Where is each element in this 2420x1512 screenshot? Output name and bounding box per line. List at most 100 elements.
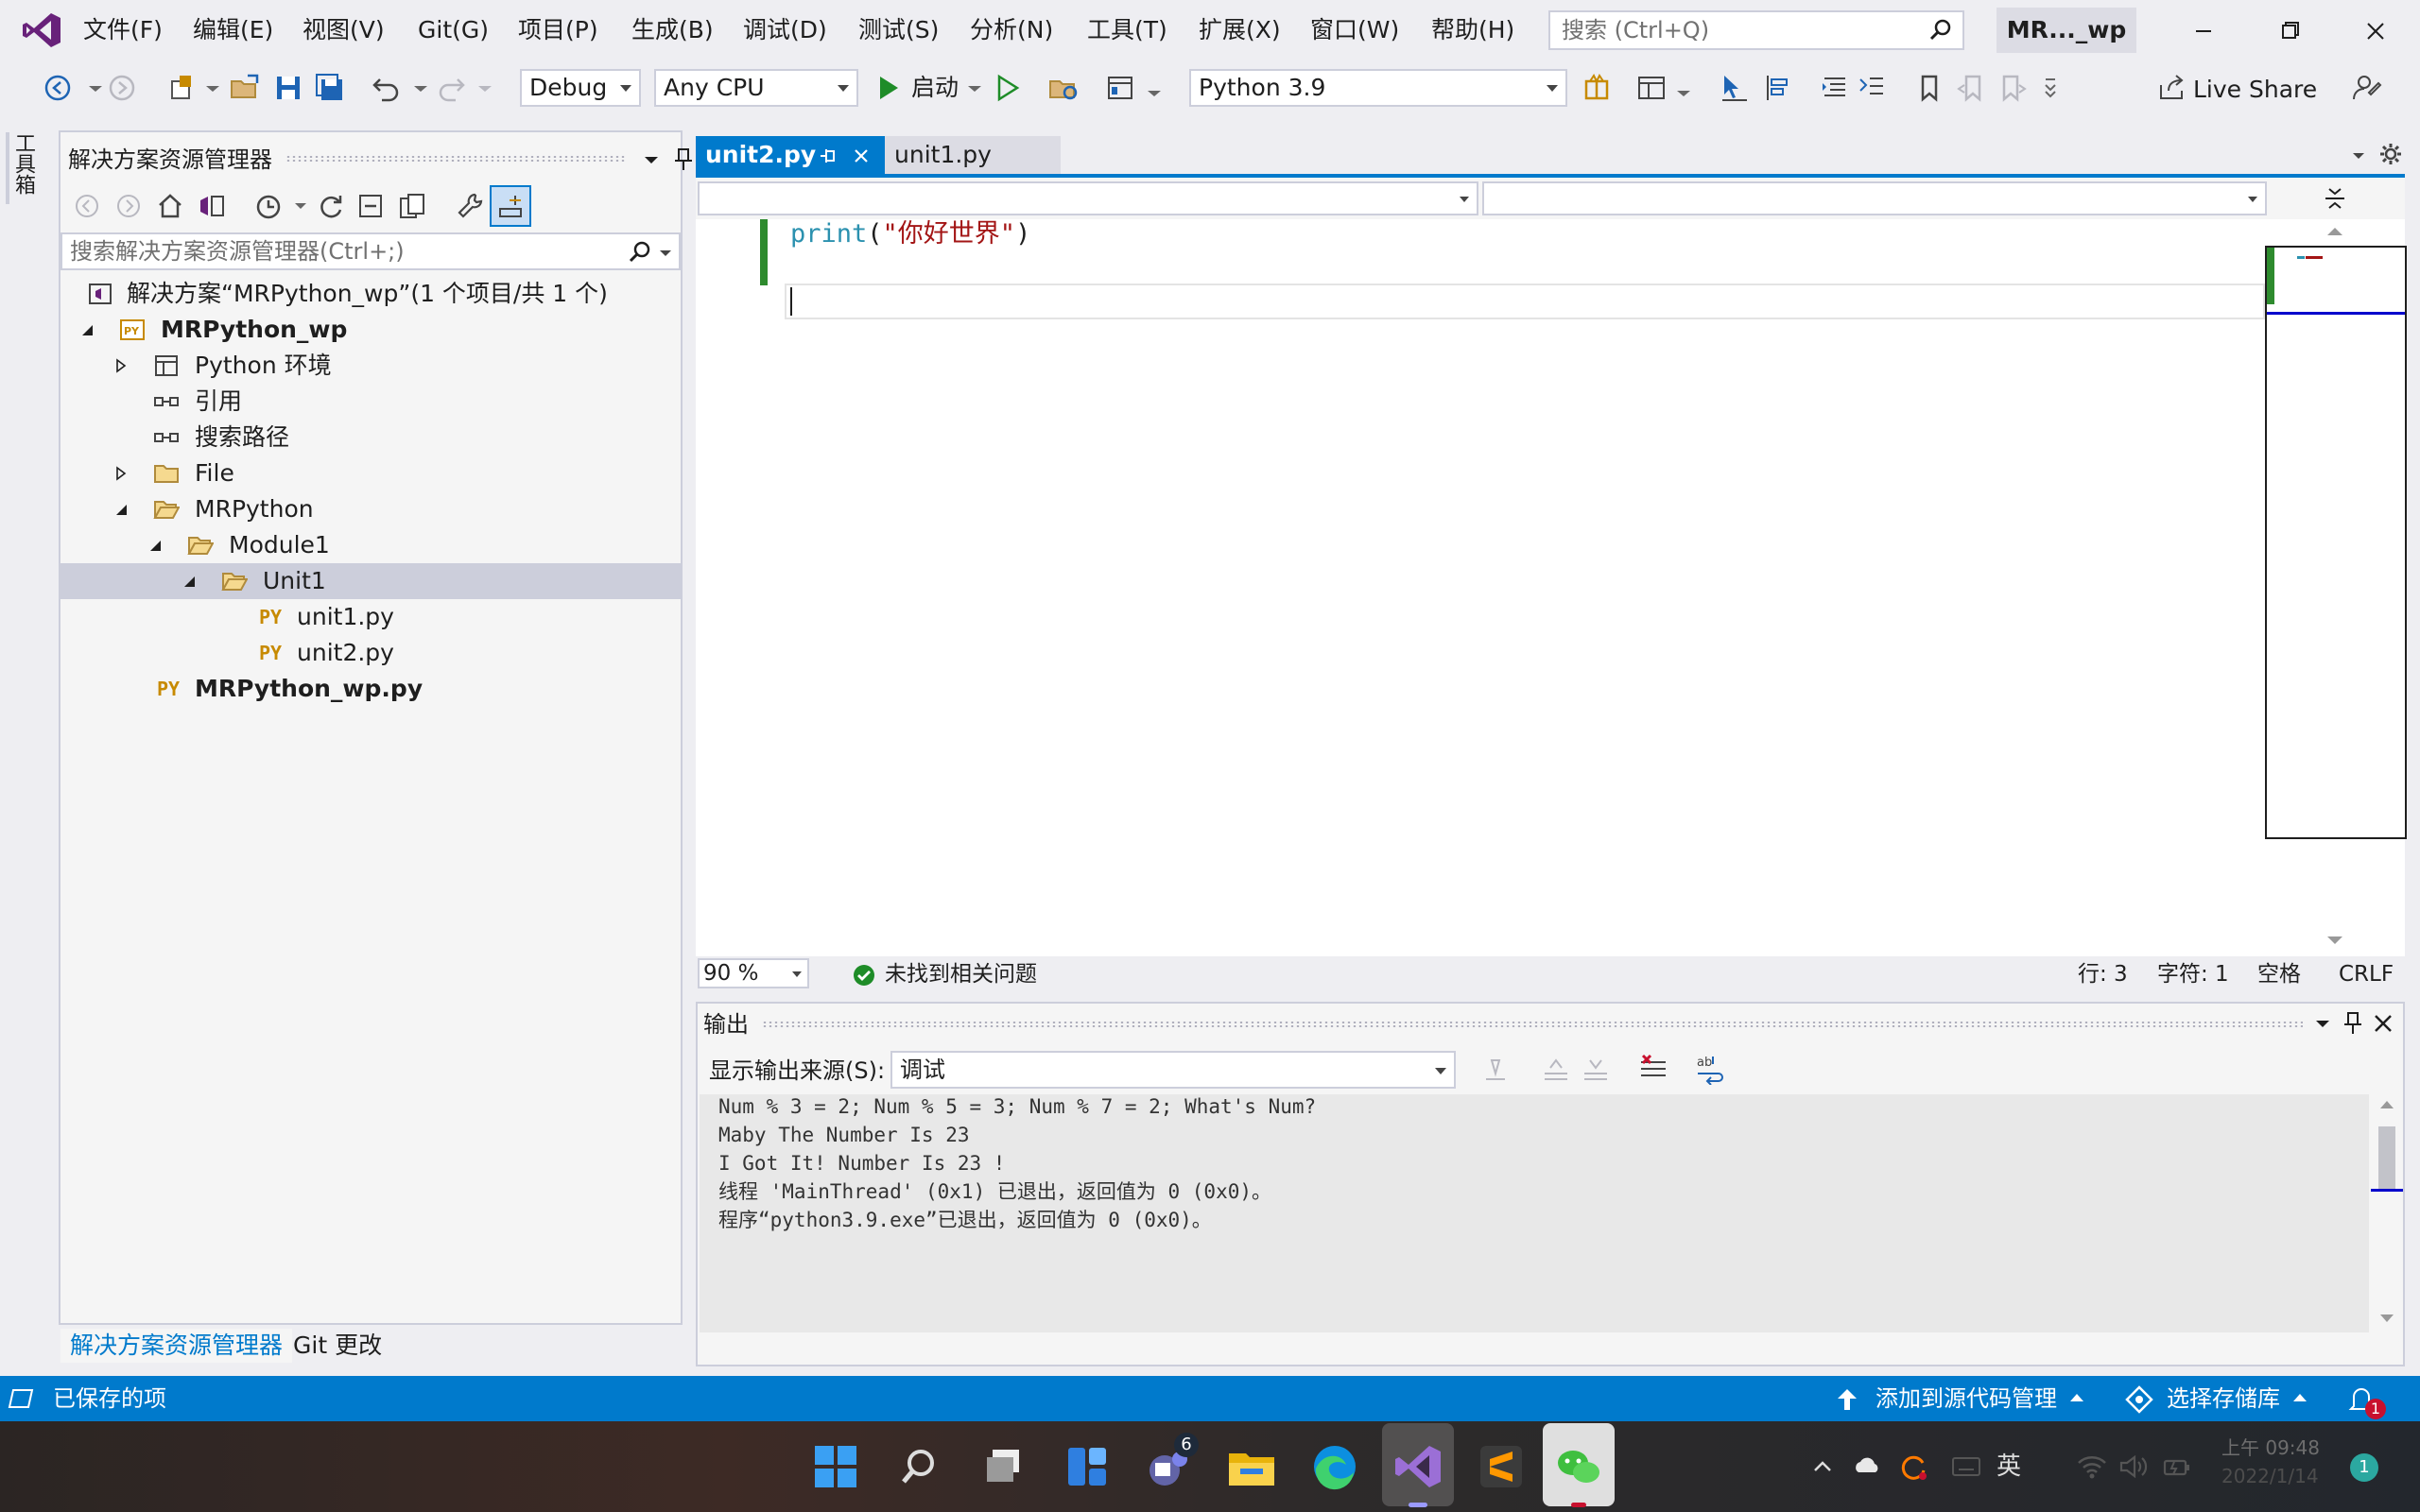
zoom-level-select[interactable]: 90 % bbox=[698, 958, 809, 988]
undo-dropdown-icon[interactable] bbox=[405, 72, 437, 104]
menu-window[interactable]: 窗口(W) bbox=[1310, 13, 1399, 47]
windows-start-icon[interactable] bbox=[809, 1440, 862, 1493]
toolbox-tab[interactable]: 工具箱 bbox=[11, 132, 38, 208]
toolbar-overflow-icon[interactable] bbox=[2034, 72, 2066, 104]
volume-icon[interactable] bbox=[2118, 1453, 2150, 1480]
window-layout-dropdown-icon[interactable] bbox=[1668, 72, 1700, 104]
new-project-icon[interactable] bbox=[166, 72, 199, 104]
search-options-chevron-down-icon[interactable] bbox=[656, 242, 675, 263]
clear-all-icon[interactable] bbox=[1637, 1053, 1669, 1085]
find-message-in-code-icon[interactable] bbox=[1480, 1055, 1511, 1085]
open-file-icon[interactable] bbox=[229, 72, 261, 104]
save-icon[interactable] bbox=[272, 72, 304, 104]
sublime-text-icon[interactable] bbox=[1475, 1440, 1528, 1493]
next-bookmark-icon[interactable] bbox=[1996, 72, 2029, 104]
solution-explorer-search[interactable] bbox=[60, 232, 681, 270]
new-project-dropdown-icon[interactable] bbox=[197, 72, 229, 104]
select-repository-button[interactable]: 选择存储库 bbox=[2167, 1376, 2280, 1421]
panel-grip[interactable] bbox=[762, 1021, 2303, 1028]
search-icon[interactable] bbox=[892, 1440, 945, 1493]
wechat-icon[interactable] bbox=[1552, 1440, 1605, 1493]
filter-dropdown-icon[interactable] bbox=[285, 191, 316, 221]
forward-icon[interactable] bbox=[106, 72, 138, 104]
tab-unit1-py[interactable]: unit1.py bbox=[885, 136, 1061, 174]
refresh-icon[interactable] bbox=[316, 191, 346, 221]
redo-dropdown-icon[interactable] bbox=[469, 72, 501, 104]
tray-overflow-chevron-up-icon[interactable] bbox=[1811, 1455, 1834, 1478]
tab-solution-explorer[interactable]: 解决方案资源管理器 bbox=[60, 1329, 293, 1363]
tree-item-search-paths[interactable]: 搜索路径 bbox=[60, 420, 681, 455]
panel-menu-chevron-down-icon[interactable] bbox=[639, 147, 664, 172]
indent-status[interactable]: 空格 bbox=[2257, 956, 2301, 992]
platform-select[interactable]: Any CPU bbox=[654, 69, 858, 107]
tab-unit2-py[interactable]: unit2.py bbox=[696, 136, 885, 174]
close-panel-icon[interactable] bbox=[2371, 1011, 2395, 1036]
search-icon[interactable] bbox=[1928, 18, 1953, 43]
collapse-all-icon[interactable] bbox=[355, 191, 386, 221]
line-number-status[interactable]: 行: 3 bbox=[2078, 956, 2128, 992]
battery-icon[interactable] bbox=[2161, 1453, 2193, 1480]
scroll-down-icon[interactable] bbox=[2324, 932, 2346, 949]
start-dropdown-icon[interactable] bbox=[959, 72, 991, 104]
live-share-button[interactable]: Live Share bbox=[2193, 74, 2317, 106]
output-source-select[interactable]: 调试 bbox=[890, 1051, 1456, 1089]
select-element-icon[interactable] bbox=[1719, 72, 1751, 104]
live-share-icon[interactable] bbox=[2155, 72, 2187, 104]
se-back-icon[interactable] bbox=[72, 191, 102, 221]
next-message-icon[interactable] bbox=[1581, 1055, 1611, 1085]
home-icon[interactable] bbox=[155, 191, 185, 221]
minimize-icon[interactable] bbox=[2180, 11, 2227, 51]
widgets-icon[interactable] bbox=[1061, 1440, 1114, 1493]
chevron-up-icon[interactable] bbox=[2068, 1391, 2085, 1404]
tree-item-python-environments[interactable]: Python 环境 bbox=[60, 348, 681, 384]
task-view-icon[interactable] bbox=[977, 1440, 1030, 1493]
menu-tools[interactable]: 工具(T) bbox=[1087, 13, 1167, 47]
expanded-triangle-icon[interactable] bbox=[113, 502, 129, 517]
scroll-down-icon[interactable] bbox=[2377, 1310, 2397, 1327]
window-layout-icon[interactable] bbox=[1635, 72, 1668, 104]
menu-edit[interactable]: 编辑(E) bbox=[193, 13, 273, 47]
start-debugging-button[interactable]: 启动 bbox=[911, 72, 959, 104]
line-ending-status[interactable]: CRLF bbox=[2339, 956, 2394, 992]
tree-item-module1-folder[interactable]: Module1 bbox=[60, 527, 681, 563]
global-search-box[interactable] bbox=[1548, 10, 1964, 50]
input-method-indicator[interactable]: 英 bbox=[1996, 1450, 2021, 1484]
align-icon[interactable] bbox=[1760, 72, 1792, 104]
keyboard-icon[interactable] bbox=[1951, 1453, 1981, 1480]
solution-explorer-search-input[interactable] bbox=[70, 234, 618, 268]
layout-icon[interactable] bbox=[1104, 72, 1136, 104]
expanded-triangle-icon[interactable] bbox=[147, 538, 163, 553]
menu-file[interactable]: 文件(F) bbox=[83, 13, 163, 47]
panel-menu-chevron-down-icon[interactable] bbox=[2310, 1011, 2335, 1036]
sync-app-icon[interactable] bbox=[1898, 1452, 1928, 1482]
navigation-scope-select[interactable] bbox=[698, 181, 1478, 215]
close-window-icon[interactable] bbox=[2352, 11, 2399, 51]
bookmark-icon[interactable] bbox=[1913, 72, 1945, 104]
package-icon[interactable] bbox=[1581, 72, 1613, 104]
taskbar-clock-time[interactable]: 上午 09:48 bbox=[2221, 1435, 2320, 1461]
se-forward-icon[interactable] bbox=[113, 191, 144, 221]
close-tab-icon[interactable] bbox=[851, 146, 872, 166]
onedrive-cloud-icon[interactable] bbox=[1853, 1453, 1881, 1478]
menu-test[interactable]: 测试(S) bbox=[858, 13, 939, 47]
save-all-icon[interactable] bbox=[314, 72, 346, 104]
feedback-icon[interactable] bbox=[2350, 72, 2382, 104]
tab-git-changes[interactable]: Git 更改 bbox=[284, 1329, 391, 1363]
pin-icon[interactable] bbox=[2341, 1009, 2365, 1036]
collapsed-triangle-icon[interactable] bbox=[113, 466, 129, 481]
settings-gear-icon[interactable] bbox=[2378, 142, 2403, 166]
visual-studio-logo-icon[interactable] bbox=[21, 9, 62, 51]
taskbar-clock-date[interactable]: 2022/1/14 bbox=[2221, 1463, 2319, 1489]
editor-minimap[interactable] bbox=[2265, 246, 2407, 839]
char-number-status[interactable]: 字符: 1 bbox=[2157, 956, 2229, 992]
menu-debug[interactable]: 调试(D) bbox=[743, 13, 827, 47]
comment-icon[interactable] bbox=[1857, 72, 1889, 104]
tree-item-unit1-py[interactable]: PY unit1.py bbox=[60, 599, 681, 635]
chevron-up-icon[interactable] bbox=[2291, 1391, 2308, 1404]
expanded-triangle-icon[interactable] bbox=[182, 574, 197, 589]
collapsed-triangle-icon[interactable] bbox=[113, 358, 129, 373]
scroll-up-icon[interactable] bbox=[2324, 223, 2346, 240]
menu-view[interactable]: 视图(V) bbox=[302, 13, 385, 47]
redo-icon[interactable] bbox=[435, 72, 467, 104]
preview-selected-items-toggle[interactable] bbox=[490, 185, 531, 227]
